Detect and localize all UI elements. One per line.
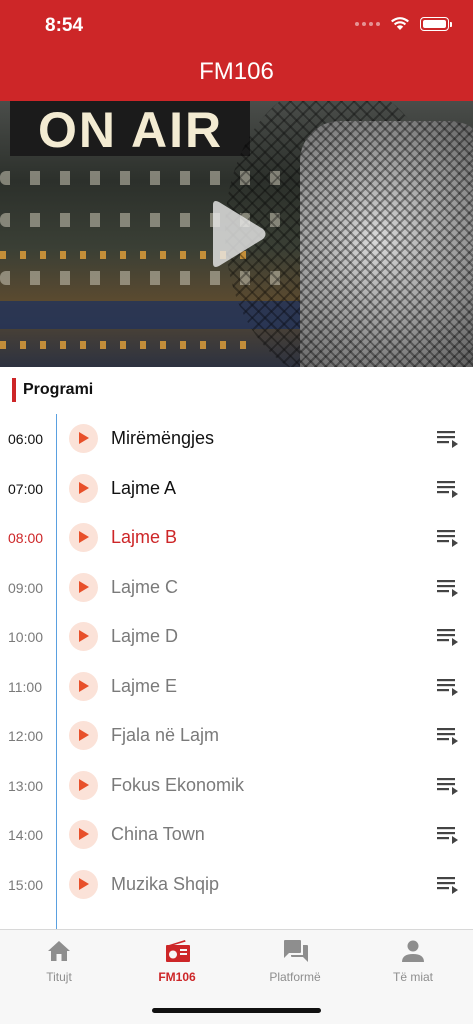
playlist-icon[interactable] — [437, 777, 459, 795]
tab-titujt[interactable]: Titujt — [0, 930, 118, 990]
tab-platforme[interactable]: Platformë — [236, 930, 354, 990]
schedule-row[interactable]: 12:00 Fjala në Lajm — [0, 711, 473, 761]
play-program-button[interactable] — [69, 424, 98, 453]
home-icon — [48, 941, 70, 961]
tab-te-miat[interactable]: Të miat — [354, 930, 472, 990]
play-program-button[interactable] — [69, 523, 98, 552]
playlist-icon[interactable] — [437, 480, 459, 498]
status-time: 8:54 — [45, 15, 84, 36]
play-program-button[interactable] — [69, 721, 98, 750]
on-air-text: ON AIR — [38, 102, 224, 158]
program-title: Mirëmëngjes — [111, 428, 215, 448]
schedule-row[interactable]: 10:00 Lajme D — [0, 612, 473, 662]
schedule-row[interactable]: 08:00 Lajme B — [0, 513, 473, 563]
play-program-button[interactable] — [69, 671, 98, 701]
play-icon — [79, 630, 89, 642]
status-icons — [355, 16, 452, 31]
playlist-icon[interactable] — [437, 876, 459, 894]
play-icon — [79, 432, 89, 444]
playlist-icon[interactable] — [437, 826, 459, 844]
app-header: 8:54 FM106 — [0, 0, 473, 101]
playlist-icon[interactable] — [437, 727, 459, 745]
program-time: 15:00 — [8, 876, 44, 893]
play-program-button[interactable] — [69, 770, 98, 800]
section-label: Programi — [23, 381, 94, 398]
home-indicator — [152, 1008, 321, 1013]
tab-label: Të miat — [392, 970, 433, 984]
schedule-row[interactable]: 14:00 China Town — [0, 810, 473, 860]
program-time: 14:00 — [8, 827, 44, 843]
play-icon — [79, 679, 89, 692]
play-icon — [79, 828, 89, 840]
schedule-row[interactable]: 13:00 Fokus Ekonomik — [0, 761, 473, 811]
program-title: Lajme C — [111, 576, 179, 597]
program-title: Lajme B — [111, 527, 178, 547]
playlist-icon[interactable] — [437, 579, 459, 597]
play-icon[interactable] — [205, 199, 269, 269]
program-time: 07:00 — [8, 480, 44, 497]
cellular-signal-icon — [355, 21, 380, 26]
play-icon — [79, 481, 89, 494]
play-icon — [79, 580, 89, 593]
battery-icon — [420, 16, 452, 31]
playlist-icon[interactable] — [437, 628, 459, 646]
program-title: Lajme A — [111, 477, 177, 498]
program-title: Fjala në Lajm — [111, 725, 220, 745]
program-time: 06:00 — [8, 431, 44, 447]
play-icon — [79, 531, 89, 543]
hero-image: ON AIR — [0, 101, 473, 367]
play-icon — [79, 729, 89, 741]
tab-fm106[interactable]: FM106 — [118, 930, 236, 990]
program-time: 09:00 — [8, 579, 44, 596]
program-title: Lajme E — [111, 675, 178, 696]
program-time: 10:00 — [8, 629, 44, 645]
playlist-icon[interactable] — [437, 678, 459, 696]
program-title: Lajme D — [111, 626, 179, 646]
person-icon — [402, 940, 424, 962]
play-program-button[interactable] — [69, 473, 98, 503]
radio-icon — [166, 940, 190, 962]
section-title: Programi — [12, 378, 93, 402]
playlist-icon[interactable] — [437, 430, 459, 448]
play-icon — [79, 877, 89, 890]
playlist-icon[interactable] — [437, 529, 459, 547]
program-time: 13:00 — [8, 777, 44, 794]
tab-label: FM106 — [158, 970, 196, 984]
schedule-row[interactable]: 07:00 Lajme A — [0, 464, 473, 514]
program-title: China Town — [111, 824, 205, 844]
schedule-row[interactable]: 09:00 Lajme C — [0, 563, 473, 613]
tab-label: Titujt — [46, 970, 72, 984]
microphone — [300, 121, 473, 367]
wifi-icon — [391, 17, 409, 30]
play-program-button[interactable] — [69, 622, 98, 651]
program-title: Fokus Ekonomik — [111, 774, 245, 795]
page-title: FM106 — [199, 58, 274, 85]
schedule-row[interactable]: 11:00 Lajme E — [0, 662, 473, 712]
program-time: 12:00 — [8, 728, 44, 744]
console-leds — [0, 341, 260, 349]
program-time: 08:00 — [8, 530, 44, 546]
program-title: Muzika Shqip — [111, 873, 220, 894]
section-accent-bar — [12, 378, 16, 402]
schedule-row[interactable]: 15:00 Muzika Shqip — [0, 860, 473, 910]
play-program-button[interactable] — [69, 820, 98, 849]
on-air-sign: ON AIR — [10, 101, 250, 158]
schedule-row[interactable]: 06:00 Mirëmëngjes — [0, 414, 473, 464]
chat-icon — [284, 940, 308, 962]
tab-label: Platformë — [269, 970, 321, 984]
play-icon — [79, 778, 89, 791]
play-program-button[interactable] — [69, 869, 98, 899]
play-program-button[interactable] — [69, 572, 98, 602]
program-time: 11:00 — [8, 678, 42, 695]
